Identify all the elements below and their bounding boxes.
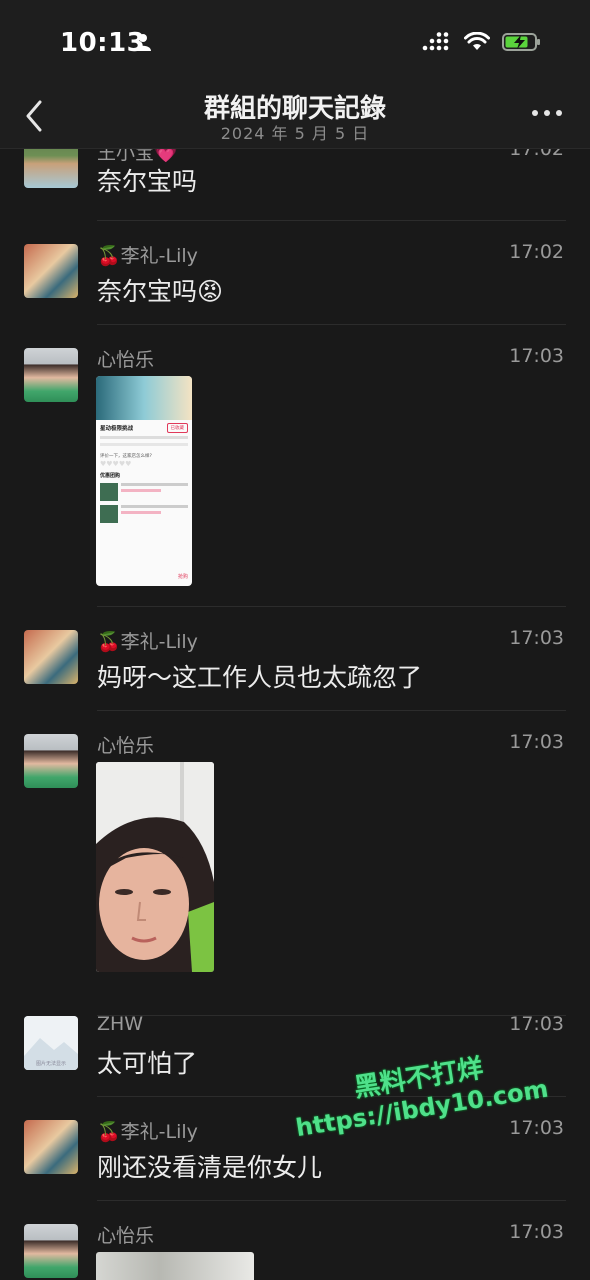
wifi-icon [464, 32, 490, 50]
avatar[interactable] [24, 348, 78, 402]
status-time: 10:13 [60, 28, 146, 58]
cellular-signal-icon [422, 32, 449, 51]
angry-face-emoji: 😡 [197, 277, 224, 306]
message-text[interactable]: 刚还没看清是你女儿 [97, 1148, 322, 1184]
image-section: 优惠团购 [100, 473, 121, 479]
message-time: 17:03 [509, 1221, 564, 1243]
divider [97, 1200, 566, 1201]
sender-name: 🍒李礼-Lily [97, 631, 198, 653]
avatar[interactable] [24, 630, 78, 684]
message-text[interactable]: 奈尔宝吗 [97, 162, 197, 198]
nav-bar: 群組的聊天記錄 2024 年 5 月 5 日 [0, 88, 590, 149]
divider [97, 220, 566, 221]
battery-charging-icon [502, 33, 540, 51]
avatar[interactable] [24, 244, 78, 298]
more-options-button[interactable] [532, 110, 562, 116]
sender-name: 🍒李礼-Lily [97, 1121, 198, 1143]
more-dot [556, 110, 562, 116]
avatar[interactable] [24, 734, 78, 788]
image-line [100, 436, 188, 439]
cherry-emoji: 🍒 [97, 245, 121, 267]
image-banner [96, 376, 192, 420]
image-buy-button: 抢购 [177, 574, 188, 580]
message-time: 17:03 [509, 1117, 564, 1139]
image-deal-row [100, 505, 188, 523]
message-item: 🍒李礼-Lily 17:03 刚还没看清是你女儿 [0, 1117, 590, 1223]
shared-photo[interactable] [96, 1252, 254, 1280]
cherry-emoji: 🍒 [97, 631, 121, 653]
sender-name: 心怡乐 [97, 349, 155, 371]
message-text[interactable]: 奈尔宝吗😡 [97, 272, 223, 308]
more-dot [532, 110, 538, 116]
shared-image[interactable]: 星动极限挑战 已收藏 评价一下，这家店怎么样? ♥♥♥♥♥ 优惠团购 抢购 [96, 376, 192, 586]
image-button: 已收藏 [166, 423, 188, 433]
status-bar: 10:13 [0, 0, 590, 88]
divider [97, 710, 566, 711]
person-icon [135, 34, 151, 51]
avatar[interactable]: 图片无法显示 [24, 1016, 78, 1070]
message-time: 17:03 [509, 627, 564, 649]
image-prompt: 评价一下，这家店怎么样? [100, 454, 152, 459]
message-item: 王小宝💗 17:02 奈尔宝吗 [0, 149, 590, 223]
shared-photo[interactable] [96, 762, 214, 972]
avatar[interactable] [24, 1120, 78, 1174]
sender-name: 🍒李礼-Lily [97, 245, 198, 267]
image-deal-row [100, 483, 188, 501]
message-time: 17:03 [509, 731, 564, 753]
message-text[interactable]: 妈呀～这工作人员也太疏忽了 [97, 658, 422, 694]
status-icons [422, 32, 542, 52]
more-dot [544, 110, 550, 116]
cherry-emoji: 🍒 [97, 1121, 121, 1143]
image-hearts: ♥♥♥♥♥ [100, 460, 132, 468]
sender-name: 心怡乐 [97, 1225, 155, 1247]
message-text[interactable]: 太可怕了 [97, 1044, 197, 1080]
message-item: 🍒李礼-Lily 17:02 奈尔宝吗😡 [0, 241, 590, 347]
message-time: 17:02 [509, 241, 564, 263]
image-line [100, 443, 188, 446]
message-item: 心怡乐 17:03 [0, 731, 590, 1016]
message-item: 🍒李礼-Lily 17:03 妈呀～这工作人员也太疏忽了 [0, 627, 590, 733]
sender-name: 心怡乐 [97, 735, 155, 757]
message-item: 心怡乐 17:03 [0, 1221, 590, 1280]
message-time: 17:03 [509, 1013, 564, 1035]
message-time: 17:03 [509, 345, 564, 367]
avatar[interactable] [24, 149, 78, 188]
message-item: 心怡乐 17:03 星动极限挑战 已收藏 评价一下，这家店怎么样? ♥♥♥♥♥ … [0, 345, 590, 607]
page-subtitle: 2024 年 5 月 5 日 [220, 124, 370, 143]
selfie-drawing [96, 762, 214, 972]
sender-name: ZHW [97, 1013, 144, 1035]
message-time: 17:02 [509, 149, 564, 160]
divider [97, 606, 566, 607]
divider [97, 324, 566, 325]
avatar[interactable] [24, 1224, 78, 1278]
avatar-caption: 图片无法显示 [35, 1061, 66, 1067]
